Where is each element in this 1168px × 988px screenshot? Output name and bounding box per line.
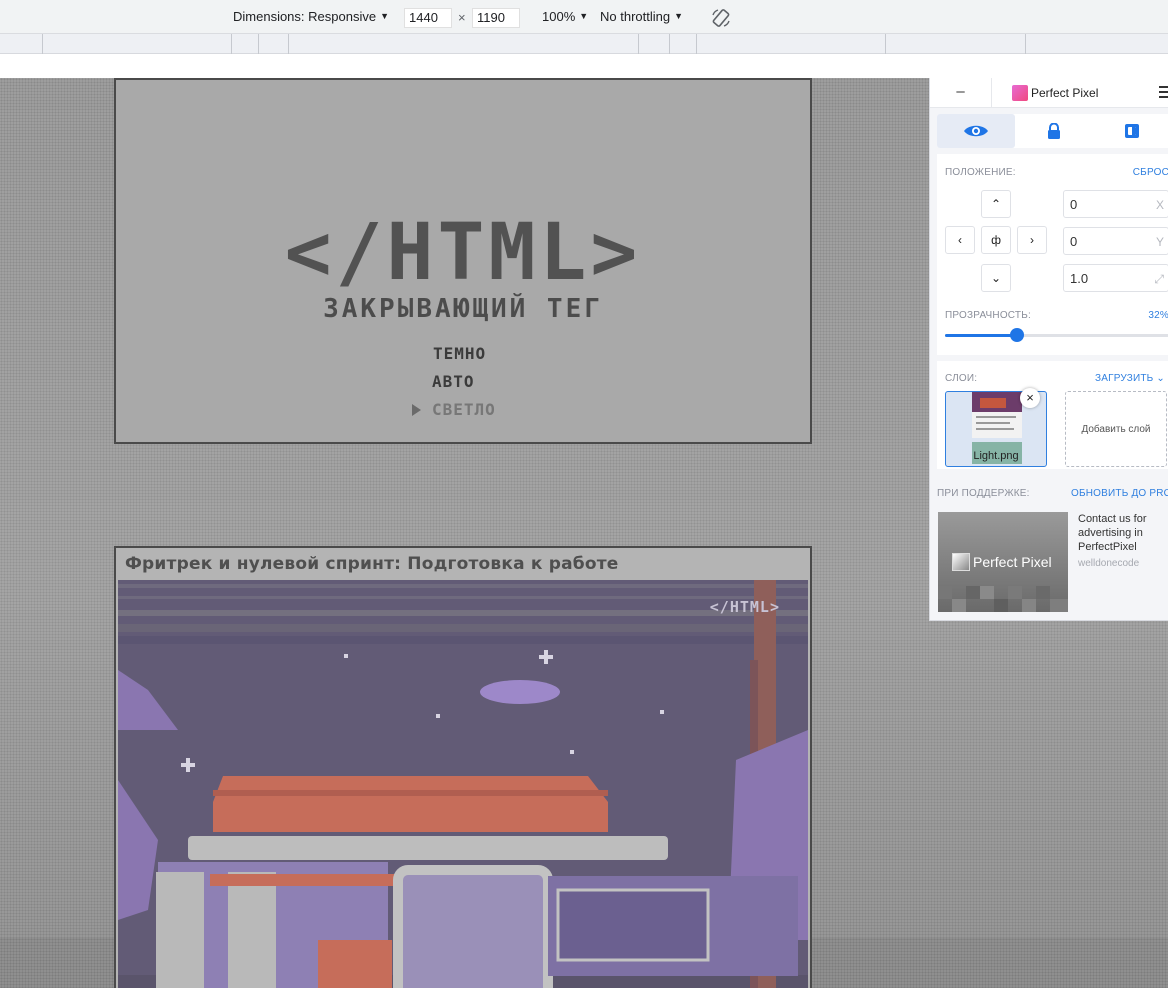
move-right-button[interactable]: › [1017, 226, 1047, 254]
add-layer-button[interactable]: Добавить слой [1065, 391, 1167, 467]
brand-name: Perfect Pixel [1031, 86, 1099, 100]
perfect-pixel-logo-icon [1012, 85, 1028, 101]
theme-option-dark[interactable]: ТЕМНО [433, 344, 486, 363]
invert-icon [1125, 124, 1139, 138]
x-position-input[interactable]: 0 X [1063, 190, 1168, 218]
chevron-up-icon: ⌃ [990, 197, 1002, 211]
rotate-icon[interactable] [710, 7, 732, 29]
chevron-right-icon: › [1030, 233, 1034, 247]
y-suffix: Y [1155, 235, 1164, 249]
caret-down-icon: ▼ [380, 11, 389, 21]
opacity-value: 32% [1148, 310, 1168, 321]
throttling-label: No throttling [600, 9, 671, 24]
zoom-dropdown[interactable]: 100% ▼ [542, 9, 588, 24]
remove-layer-close-icon[interactable]: × [1020, 388, 1040, 408]
opacity-slider[interactable] [945, 328, 1168, 342]
image-logo: </HTML> [709, 598, 780, 616]
resize-icon: ⤢ [1154, 272, 1164, 286]
hero-banner: </HTML> ЗАКРЫВАЮЩИЙ ТЕГ ТЕМНО АВТО СВЕТЛ… [114, 78, 812, 444]
hero-subtitle: ЗАКРЫВАЮЩИЙ ТЕГ [323, 294, 603, 324]
perfect-pixel-panel: – Perfect Pixel ПОЛОЖЕНИЕ: СБРОС ⌃ ‹ ф ›… [929, 78, 1168, 621]
times-sign: × [458, 10, 466, 25]
layers-label: СЛОИ: [945, 373, 978, 384]
layer-name: Light.png [973, 450, 1019, 462]
width-input[interactable]: 1440 [404, 8, 452, 28]
theme-option-light[interactable]: СВЕТЛО [432, 400, 496, 419]
pixel-art-illustration [118, 580, 808, 988]
hero-title: </HTML> [284, 208, 642, 298]
selection-arrow-icon [412, 404, 421, 416]
center-button[interactable]: ф [981, 226, 1011, 254]
y-position-input[interactable]: 0 Y [1063, 227, 1168, 255]
x-suffix: X [1155, 198, 1164, 212]
ad-logo-icon [952, 553, 970, 571]
article-image: </HTML> [118, 580, 808, 988]
opacity-slider-fill [945, 334, 1017, 337]
ad-pixel-pattern [938, 586, 1068, 612]
position-label: ПОЛОЖЕНИЕ: [945, 167, 1016, 178]
chevron-left-icon: ‹ [958, 233, 962, 247]
layers-card: СЛОИ: ЗАГРУЗИТЬ ⌄ Light.png × Добавить с… [937, 361, 1168, 469]
theme-option-auto[interactable]: АВТО [432, 372, 475, 391]
throttling-dropdown[interactable]: No throttling ▼ [600, 9, 683, 24]
zoom-label: 100% [542, 9, 576, 24]
caret-down-icon: ▼ [674, 11, 684, 21]
hamburger-menu-icon[interactable] [1159, 86, 1168, 98]
chevron-down-icon: ⌄ [990, 271, 1002, 285]
ad-banner[interactable]: Perfect Pixel [938, 512, 1068, 612]
minimize-button[interactable]: – [930, 78, 992, 108]
chevron-down-icon: ⌄ [1156, 373, 1165, 384]
height-input[interactable]: 1190 [472, 8, 520, 28]
upload-label: ЗАГРУЗИТЬ [1095, 373, 1154, 384]
mode-tabs [937, 114, 1168, 148]
eye-icon [964, 125, 988, 137]
tab-visibility[interactable] [937, 114, 1015, 148]
article-card[interactable]: Фритрек и нулевой спринт: Подготовка к р… [114, 546, 812, 988]
device-toolbar: Dimensions: Responsive ▼ 1440 × 1190 100%… [0, 0, 1168, 34]
x-value: 0 [1070, 197, 1078, 212]
move-up-button[interactable]: ⌃ [981, 190, 1011, 218]
move-left-button[interactable]: ‹ [945, 226, 975, 254]
ad-source: welldonecode [1078, 558, 1140, 569]
upgrade-link[interactable]: ОБНОВИТЬ ДО PRO [1071, 488, 1168, 499]
support-label: ПРИ ПОДДЕРЖКЕ: [937, 488, 1030, 499]
tab-invert[interactable] [1093, 114, 1168, 148]
article-title[interactable]: Фритрек и нулевой спринт: Подготовка к р… [125, 554, 619, 574]
position-card: ПОЛОЖЕНИЕ: СБРОС ⌃ ‹ ф › ⌄ 0 X 0 Y 1.0 ⤢… [937, 154, 1168, 355]
scale-value: 1.0 [1070, 271, 1089, 286]
opacity-slider-thumb[interactable] [1009, 328, 1024, 342]
ad-logo-text: Perfect Pixel [973, 554, 1052, 570]
viewport-gap [0, 54, 1168, 78]
y-value: 0 [1070, 234, 1078, 249]
panel-header: – Perfect Pixel [930, 78, 1168, 108]
reset-link[interactable]: СБРОС [1133, 167, 1168, 178]
dimensions-dropdown[interactable]: Dimensions: Responsive ▼ [233, 9, 389, 24]
opacity-label: ПРОЗРАЧНОСТЬ: [945, 310, 1031, 321]
scale-input[interactable]: 1.0 ⤢ [1063, 264, 1168, 292]
caret-down-icon: ▼ [579, 11, 589, 21]
tab-lock[interactable] [1015, 114, 1093, 148]
center-symbol: ф [991, 233, 1001, 247]
dimensions-label: Dimensions: Responsive [233, 9, 377, 24]
move-down-button[interactable]: ⌄ [981, 264, 1011, 292]
ad-text[interactable]: Contact us for advertising in PerfectPix… [1078, 512, 1166, 554]
lock-icon [1048, 123, 1060, 139]
upload-dropdown[interactable]: ЗАГРУЗИТЬ ⌄ [1095, 373, 1165, 384]
media-query-ruler [0, 34, 1168, 54]
